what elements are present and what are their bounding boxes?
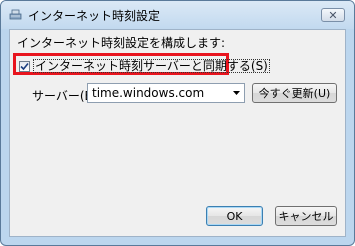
title-bar[interactable]: インターネット時刻設定 ✕: [1, 1, 354, 29]
update-now-button[interactable]: 今すぐ更新(U): [252, 83, 337, 103]
window-title: インターネット時刻設定: [28, 9, 161, 23]
sync-checkbox[interactable]: [19, 60, 30, 72]
cancel-label: キャンセル: [278, 210, 334, 223]
dialog-body: インターネット時刻設定を構成します: インターネット時刻サーバーと同期する(S)…: [9, 29, 346, 237]
dialog-window: インターネット時刻設定 ✕ インターネット時刻設定を構成します: インターネット…: [0, 0, 355, 246]
update-now-label: 今すぐ更新(U): [258, 87, 331, 100]
close-icon: ✕: [328, 8, 338, 22]
server-value[interactable]: time.windows.com: [92, 86, 204, 100]
close-button[interactable]: ✕: [321, 8, 345, 22]
server-combobox[interactable]: time.windows.com: [87, 83, 245, 103]
ok-label: OK: [226, 209, 243, 223]
chevron-down-icon[interactable]: [230, 86, 242, 100]
sync-checkbox-row[interactable]: インターネット時刻サーバーと同期する(S): [19, 59, 270, 73]
instruction-text: インターネット時刻設定を構成します:: [17, 36, 226, 50]
ok-button[interactable]: OK: [206, 206, 263, 226]
cancel-button[interactable]: キャンセル: [275, 206, 337, 226]
clock-settings-icon: [9, 9, 22, 20]
checkmark-icon: [20, 62, 29, 70]
sync-checkbox-label[interactable]: インターネット時刻サーバーと同期する(S): [33, 59, 270, 73]
